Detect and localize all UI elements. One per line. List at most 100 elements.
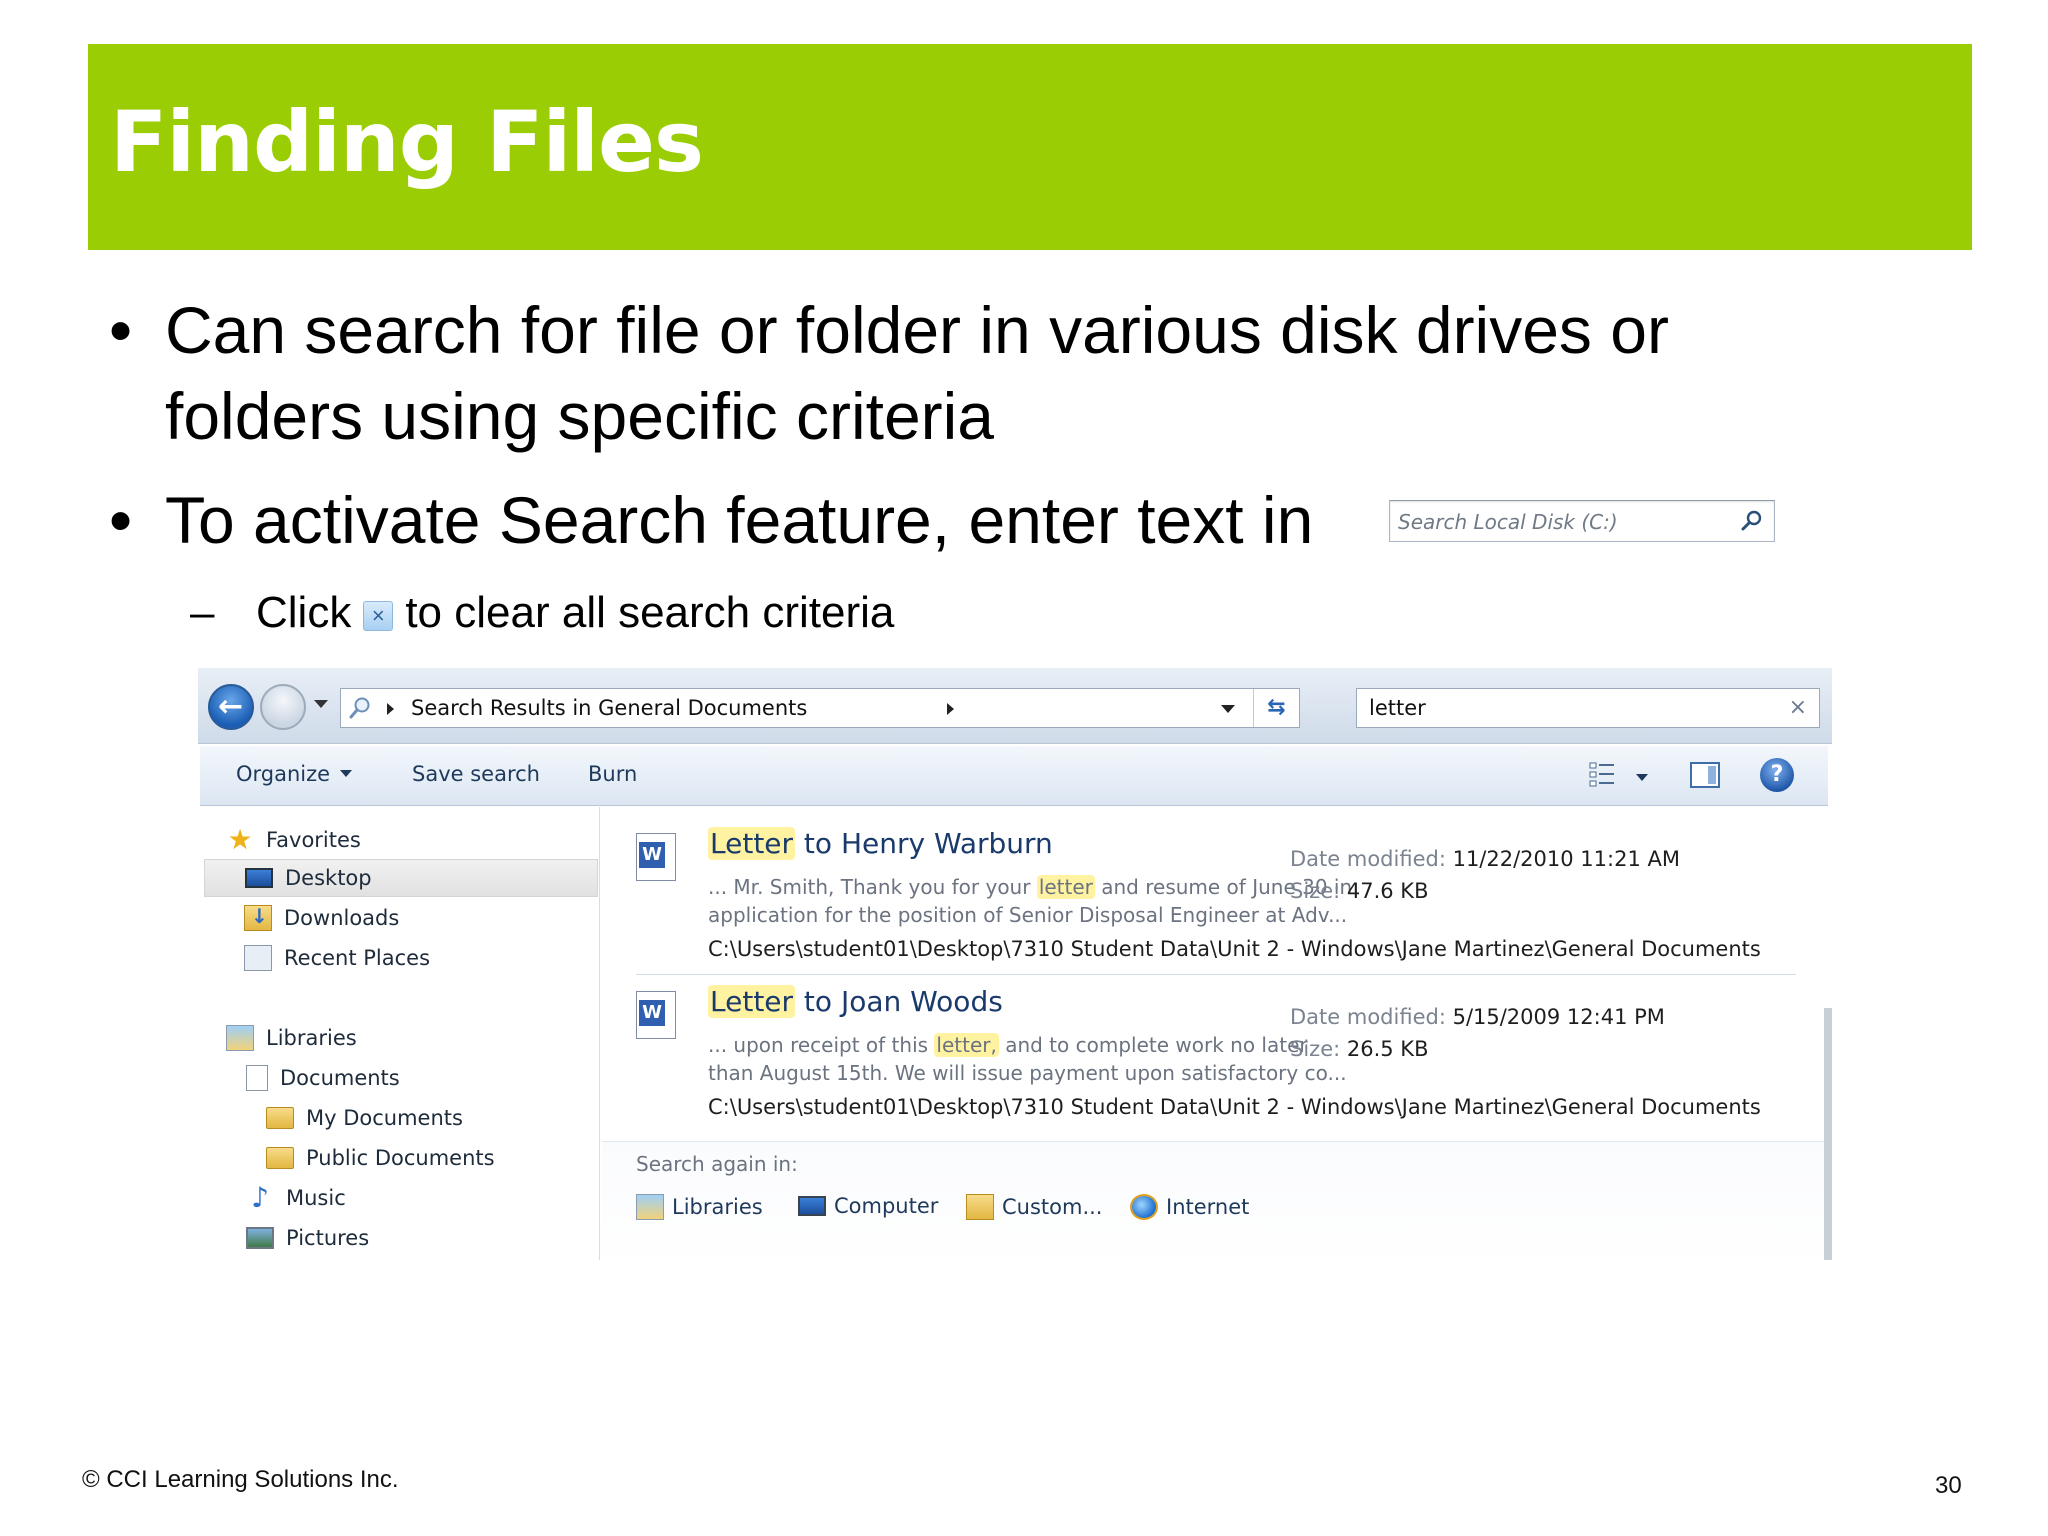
search-again-computer[interactable]: Computer bbox=[798, 1194, 938, 1218]
search-again-section: Search again in: Libraries Computer Cust… bbox=[602, 1141, 1828, 1260]
bullet-dot: • bbox=[109, 483, 133, 557]
result-snippet-line-1: ... upon receipt of this letter, and to … bbox=[708, 1033, 1308, 1057]
explorer-window: Search Results in General Documents ⇆ le… bbox=[198, 668, 1832, 1260]
result-date-modified: Date modified: 5/15/2009 12:41 PM bbox=[1290, 1005, 1665, 1029]
location-label: Internet bbox=[1166, 1195, 1250, 1219]
computer-icon bbox=[798, 1196, 826, 1216]
search-icon bbox=[1741, 510, 1762, 531]
nav-my-documents[interactable]: My Documents bbox=[266, 1099, 463, 1137]
breadcrumb-search-results[interactable]: Search Results in General Documents bbox=[411, 696, 807, 720]
nav-recent-places[interactable]: Recent Places bbox=[244, 939, 430, 977]
nav-pictures[interactable]: Pictures bbox=[246, 1219, 369, 1257]
search-results-pane: Letter to Henry Warburn ... Mr. Smith, T… bbox=[602, 807, 1828, 1260]
libraries-icon bbox=[226, 1025, 254, 1051]
search-box-sample: Search Local Disk (C:) bbox=[1389, 500, 1775, 542]
page-number: 30 bbox=[1935, 1472, 1962, 1499]
nav-my-documents-label: My Documents bbox=[306, 1106, 463, 1130]
nav-libraries[interactable]: Libraries bbox=[226, 1019, 357, 1057]
address-bar[interactable]: Search Results in General Documents ⇆ bbox=[340, 688, 1300, 728]
nav-public-documents[interactable]: Public Documents bbox=[266, 1139, 495, 1177]
result-title[interactable]: Letter to Joan Woods bbox=[708, 985, 1003, 1018]
search-input-value: letter bbox=[1369, 696, 1426, 720]
bullet-1: • Can search for file or folder in vario… bbox=[109, 287, 1865, 459]
burn-button[interactable]: Burn bbox=[588, 762, 637, 786]
snippet-text: and to complete work no later bbox=[998, 1033, 1308, 1057]
size-value: 47.6 KB bbox=[1346, 879, 1429, 903]
nav-favorites[interactable]: ★ Favorites bbox=[226, 821, 361, 859]
breadcrumb-arrow-icon[interactable] bbox=[387, 703, 394, 715]
preview-pane-icon[interactable] bbox=[1690, 762, 1720, 788]
result-size: Size: 26.5 KB bbox=[1290, 1037, 1429, 1061]
custom-folder-icon bbox=[966, 1194, 994, 1220]
clear-search-button[interactable]: × bbox=[1789, 695, 1807, 720]
sub-bullet-after: to clear all search criteria bbox=[405, 588, 895, 637]
location-label: Computer bbox=[834, 1194, 939, 1218]
nav-favorites-label: Favorites bbox=[266, 828, 361, 852]
result-title-highlight: Letter bbox=[708, 985, 796, 1018]
navigation-pane: ★ Favorites Desktop Downloads Recent Pla… bbox=[200, 807, 600, 1260]
address-dropdown-icon[interactable] bbox=[1221, 705, 1235, 713]
result-snippet-line-2: than August 15th. We will issue payment … bbox=[708, 1061, 1347, 1085]
help-icon[interactable]: ? bbox=[1760, 758, 1794, 792]
nav-public-documents-label: Public Documents bbox=[306, 1146, 495, 1170]
location-label: Libraries bbox=[672, 1195, 763, 1219]
search-again-libraries[interactable]: Libraries bbox=[636, 1194, 763, 1220]
nav-desktop[interactable]: Desktop bbox=[204, 859, 598, 897]
music-icon: ♪ bbox=[251, 1181, 269, 1214]
search-sample-placeholder: Search Local Disk (C:) bbox=[1398, 510, 1618, 534]
bullet-2-text: To activate Search feature, enter text i… bbox=[165, 483, 1314, 557]
search-input[interactable]: letter × bbox=[1356, 688, 1820, 728]
nav-music[interactable]: ♪ Music bbox=[246, 1179, 346, 1217]
date-value: 5/15/2009 12:41 PM bbox=[1452, 1005, 1665, 1029]
nav-documents[interactable]: Documents bbox=[246, 1059, 400, 1097]
recent-pages-dropdown[interactable] bbox=[314, 700, 328, 708]
back-button[interactable] bbox=[208, 684, 254, 730]
address-toolbar: Search Results in General Documents ⇆ le… bbox=[198, 668, 1832, 744]
result-item[interactable]: Letter to Henry Warburn ... Mr. Smith, T… bbox=[636, 819, 1796, 975]
result-snippet-line-2: application for the position of Senior D… bbox=[708, 903, 1348, 927]
result-path: C:\Users\student01\Desktop\7310 Student … bbox=[708, 1095, 1761, 1119]
view-dropdown-icon[interactable] bbox=[1636, 774, 1648, 781]
word-document-icon bbox=[636, 991, 676, 1039]
command-bar: Organize Save search Burn ? bbox=[200, 746, 1828, 806]
result-title[interactable]: Letter to Henry Warburn bbox=[708, 827, 1053, 860]
word-document-icon bbox=[636, 833, 676, 881]
scrollbar[interactable] bbox=[1824, 1008, 1832, 1260]
search-again-internet[interactable]: Internet bbox=[1130, 1194, 1249, 1220]
size-value: 26.5 KB bbox=[1346, 1037, 1429, 1061]
snippet-highlight: letter bbox=[1036, 875, 1095, 899]
snippet-highlight: letter, bbox=[934, 1033, 999, 1057]
downloads-icon bbox=[244, 904, 272, 931]
result-item[interactable]: Letter to Joan Woods ... upon receipt of… bbox=[636, 977, 1796, 1133]
result-title-rest: to Joan Woods bbox=[795, 985, 1003, 1018]
breadcrumb-arrow-icon[interactable] bbox=[947, 703, 954, 715]
bullet-dot: • bbox=[109, 293, 133, 367]
save-search-button[interactable]: Save search bbox=[412, 762, 540, 786]
view-options-icon[interactable] bbox=[1588, 760, 1616, 790]
libraries-icon bbox=[636, 1194, 664, 1220]
folder-icon bbox=[266, 1107, 294, 1129]
nav-libraries-label: Libraries bbox=[266, 1026, 357, 1050]
result-title-rest: to Henry Warburn bbox=[795, 827, 1053, 860]
sub-bullet-before: Click bbox=[256, 588, 352, 637]
size-label: Size: bbox=[1290, 1037, 1341, 1061]
desktop-icon bbox=[245, 868, 273, 888]
nav-downloads-label: Downloads bbox=[284, 906, 400, 930]
result-date-modified: Date modified: 11/22/2010 11:21 AM bbox=[1290, 847, 1680, 871]
nav-recent-label: Recent Places bbox=[284, 946, 431, 970]
nav-desktop-label: Desktop bbox=[285, 866, 372, 890]
result-path: C:\Users\student01\Desktop\7310 Student … bbox=[708, 937, 1761, 961]
search-again-custom[interactable]: Custom... bbox=[966, 1194, 1102, 1220]
organize-button[interactable]: Organize bbox=[236, 762, 352, 786]
nav-downloads[interactable]: Downloads bbox=[244, 899, 399, 937]
copyright-footer: © CCI Learning Solutions Inc. bbox=[82, 1466, 399, 1493]
bullet-2: • To activate Search feature, enter text… bbox=[109, 477, 1314, 563]
title-band: Finding Files bbox=[88, 44, 1972, 250]
forward-button[interactable] bbox=[260, 684, 306, 730]
nav-music-label: Music bbox=[286, 1186, 346, 1210]
snippet-text: ... upon receipt of this bbox=[708, 1033, 935, 1057]
result-title-highlight: Letter bbox=[708, 827, 796, 860]
refresh-button[interactable]: ⇆ bbox=[1253, 689, 1299, 727]
location-label: Custom... bbox=[1002, 1195, 1103, 1219]
date-label: Date modified: bbox=[1290, 847, 1446, 871]
